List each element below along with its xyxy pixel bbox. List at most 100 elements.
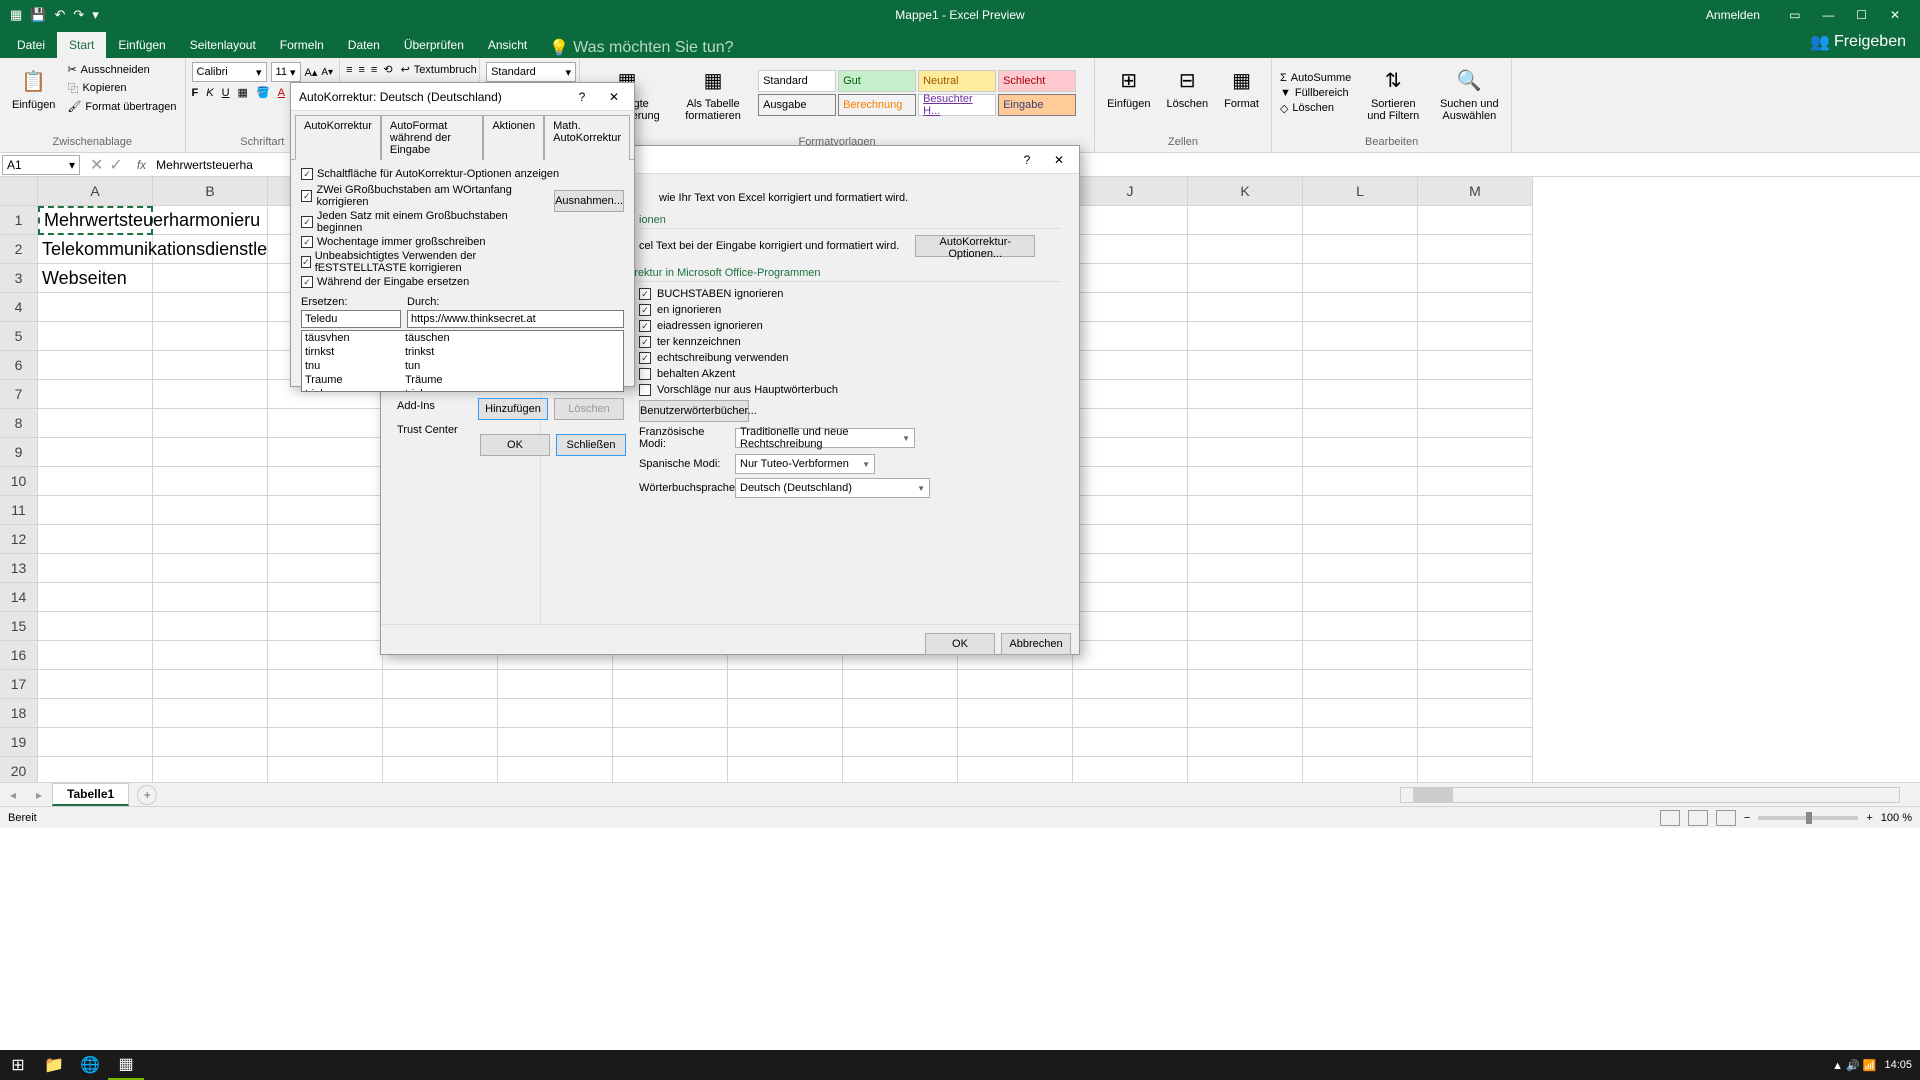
cell[interactable] (728, 728, 843, 757)
user-dictionaries-button[interactable]: Benutzerwörterbücher... (639, 400, 749, 422)
cell[interactable] (1073, 264, 1188, 293)
cell[interactable] (153, 670, 268, 699)
cell[interactable]: Telekommunikationsdienstle (38, 235, 153, 264)
align-middle-icon[interactable]: ≡ (359, 64, 365, 76)
cell[interactable] (1188, 728, 1303, 757)
list-item[interactable]: trinkntrinken (302, 387, 623, 392)
tab-data[interactable]: Daten (336, 32, 392, 58)
cell[interactable] (728, 757, 843, 782)
ribbon-collapse-icon[interactable]: ▭ (1780, 8, 1810, 22)
cell[interactable] (1303, 351, 1418, 380)
cell[interactable] (1188, 409, 1303, 438)
row-header[interactable]: 1 (0, 206, 38, 235)
cell[interactable] (153, 699, 268, 728)
wrap-text-button[interactable]: ↩Textumbruch (399, 62, 479, 77)
options-ok-button[interactable]: OK (925, 633, 995, 655)
checkbox-icon[interactable]: ✓ (301, 256, 311, 268)
style-eingabe[interactable]: Eingabe (998, 94, 1076, 116)
cell[interactable] (1418, 554, 1533, 583)
exceptions-button[interactable]: Ausnahmen... (554, 190, 624, 212)
cell[interactable] (613, 670, 728, 699)
cell[interactable] (1418, 467, 1533, 496)
row-header[interactable]: 17 (0, 670, 38, 699)
cell[interactable] (613, 728, 728, 757)
checkbox-icon[interactable]: ✓ (639, 320, 651, 332)
cell[interactable] (1418, 293, 1533, 322)
cell[interactable] (1418, 699, 1533, 728)
replacement-list[interactable]: täusvhentäuschentirnksttrinksttnutunTrau… (301, 330, 624, 392)
cell[interactable] (1073, 380, 1188, 409)
cell[interactable] (1188, 467, 1303, 496)
cell[interactable] (268, 467, 383, 496)
scrollbar-thumb[interactable] (1413, 788, 1453, 802)
row-header[interactable]: 5 (0, 322, 38, 351)
signin-link[interactable]: Anmelden (1706, 8, 1760, 22)
french-modes-combo[interactable]: Traditionelle und neue Rechtschreibung▼ (735, 428, 915, 448)
row-header[interactable]: 2 (0, 235, 38, 264)
cell[interactable] (1303, 322, 1418, 351)
cell[interactable] (958, 757, 1073, 782)
cell[interactable] (1073, 583, 1188, 612)
row-header[interactable]: 4 (0, 293, 38, 322)
cell[interactable] (1188, 641, 1303, 670)
cell[interactable] (1418, 264, 1533, 293)
help-icon[interactable]: ? (570, 90, 594, 104)
clear-button[interactable]: ◇Löschen (1278, 101, 1353, 116)
share-button[interactable]: 👥 Freigeben (1796, 26, 1920, 58)
checkbox-icon[interactable]: ✓ (639, 352, 651, 364)
cell[interactable] (38, 293, 153, 322)
font-color-button[interactable]: A (278, 87, 285, 99)
cell[interactable] (1303, 293, 1418, 322)
page-layout-view-button[interactable] (1688, 810, 1708, 826)
cell[interactable] (1303, 554, 1418, 583)
cell[interactable] (268, 554, 383, 583)
column-header[interactable]: K (1188, 177, 1303, 206)
ac-tab-autoformat[interactable]: AutoFormat während der Eingabe (381, 115, 483, 160)
row-header[interactable]: 18 (0, 699, 38, 728)
column-header[interactable]: M (1418, 177, 1533, 206)
close-icon[interactable]: ✕ (602, 90, 626, 104)
cell[interactable] (498, 728, 613, 757)
ac-ok-button[interactable]: OK (480, 434, 550, 456)
checkbox-icon[interactable]: ✓ (301, 276, 313, 288)
sort-filter-button[interactable]: ⇅Sortieren und Filtern (1357, 62, 1429, 124)
save-icon[interactable]: 💾 (30, 7, 46, 23)
cell[interactable] (268, 670, 383, 699)
cell[interactable] (1418, 583, 1533, 612)
cell[interactable] (153, 409, 268, 438)
cell[interactable] (268, 525, 383, 554)
align-top-icon[interactable]: ≡ (346, 64, 352, 76)
cell[interactable] (1188, 206, 1303, 235)
list-item[interactable]: täusvhentäuschen (302, 331, 623, 345)
fill-button[interactable]: ▼Füllbereich (1278, 86, 1353, 100)
cell[interactable] (613, 699, 728, 728)
cell[interactable] (1418, 525, 1533, 554)
accept-formula-icon[interactable]: ✓ (109, 155, 122, 175)
cell[interactable] (153, 612, 268, 641)
cell[interactable] (1303, 380, 1418, 409)
cell[interactable] (38, 641, 153, 670)
zoom-value[interactable]: 100 % (1881, 812, 1912, 824)
list-item[interactable]: TraumeTräume (302, 373, 623, 387)
cell[interactable] (153, 757, 268, 782)
style-ausgabe[interactable]: Ausgabe (758, 94, 836, 116)
column-header[interactable]: B (153, 177, 268, 206)
orientation-icon[interactable]: ⟲ (383, 63, 392, 76)
cell[interactable] (1073, 757, 1188, 782)
cell[interactable] (1073, 409, 1188, 438)
tab-layout[interactable]: Seitenlayout (178, 32, 268, 58)
style-gut[interactable]: Gut (838, 70, 916, 92)
zoom-in-button[interactable]: + (1866, 812, 1872, 824)
checkbox-icon[interactable]: ✓ (639, 288, 651, 300)
align-bottom-icon[interactable]: ≡ (371, 64, 377, 76)
cell[interactable] (38, 670, 153, 699)
row-header[interactable]: 6 (0, 351, 38, 380)
page-break-view-button[interactable] (1716, 810, 1736, 826)
cell[interactable] (613, 757, 728, 782)
horizontal-scrollbar[interactable] (1400, 787, 1900, 803)
cell[interactable] (153, 554, 268, 583)
cell[interactable]: Mehrwertsteuerharmonieru (38, 206, 153, 235)
cell[interactable] (1073, 235, 1188, 264)
cell[interactable] (38, 467, 153, 496)
cell[interactable] (268, 496, 383, 525)
